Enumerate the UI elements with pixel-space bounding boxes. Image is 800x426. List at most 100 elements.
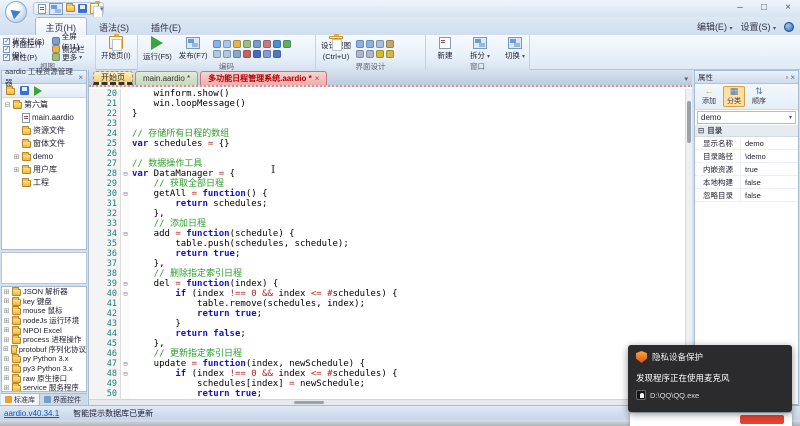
breakpoint-gutter[interactable] — [89, 189, 97, 199]
paste-icon[interactable] — [90, 3, 99, 14]
breakpoint-gutter[interactable] — [89, 289, 97, 299]
code-editor[interactable]: 20 winform.show()21 win.loopMessage()22}… — [89, 89, 686, 399]
redo-icon[interactable] — [263, 50, 271, 58]
tree-expander-icon[interactable]: ⊞ — [3, 345, 9, 353]
ribbon-tab-2[interactable]: 插件(E) — [141, 18, 191, 36]
clone-window-icon[interactable] — [223, 50, 231, 58]
fold-collapse-icon[interactable]: ⊟ — [121, 359, 130, 369]
tree-expander-icon[interactable]: ⊞ — [3, 297, 10, 305]
comment-icon[interactable] — [213, 40, 221, 48]
breakpoint-gutter[interactable] — [89, 109, 97, 119]
breakpoint-gutter[interactable] — [89, 349, 97, 359]
breakpoint-gutter[interactable] — [89, 329, 97, 339]
split-window-button[interactable]: 拆分 ▾ — [464, 36, 496, 61]
new-file-icon[interactable] — [38, 4, 46, 14]
breakpoint-gutter[interactable] — [89, 379, 97, 389]
minimize-button[interactable]: – — [733, 2, 747, 13]
window-icon[interactable] — [49, 3, 63, 15]
tree-expander-icon[interactable]: ⊟ — [4, 101, 11, 109]
explorer-close-icon[interactable]: × — [78, 73, 83, 82]
close-button[interactable]: × — [781, 2, 795, 13]
help-globe-icon[interactable] — [784, 22, 794, 32]
document-tab-1[interactable]: main.aardio * — [135, 71, 198, 85]
fold-collapse-icon[interactable]: ⊟ — [121, 229, 130, 239]
tree-item-窗体文件[interactable]: 窗体文件 — [2, 137, 86, 150]
run-button[interactable]: 运行(F5) — [141, 36, 174, 61]
tree-expander-icon[interactable]: ⊞ — [3, 355, 10, 363]
property-group-directory[interactable]: ⊟ 目录 — [695, 125, 798, 137]
add-property-button[interactable]: ← 添加 — [699, 86, 719, 107]
tree-item-资源文件[interactable]: 资源文件 — [2, 124, 86, 137]
fold-collapse-icon[interactable]: ⊟ — [121, 369, 130, 379]
fold-collapse-icon[interactable]: ⊟ — [121, 279, 130, 289]
property-row[interactable]: 显示名称demo — [695, 137, 798, 150]
vscroll-thumb[interactable] — [687, 101, 691, 143]
open-folder-icon[interactable] — [66, 5, 75, 12]
fold-collapse-icon[interactable]: ⊟ — [121, 289, 130, 299]
more-button[interactable]: 更多▾ — [52, 53, 92, 61]
breakpoint-gutter[interactable] — [89, 119, 97, 129]
breakpoint-gutter[interactable] — [89, 169, 97, 179]
uncomment-icon[interactable] — [223, 40, 231, 48]
save-icon[interactable] — [78, 4, 87, 13]
property-row[interactable]: 忽略目录false — [695, 189, 798, 202]
view-checkbox-2[interactable]: ✓属性(P) — [3, 53, 49, 61]
anchor-h-icon[interactable] — [386, 50, 394, 58]
layout-icon[interactable] — [386, 40, 394, 48]
breakpoint-gutter[interactable] — [89, 259, 97, 269]
breakpoint-gutter[interactable] — [89, 89, 97, 99]
undo-icon[interactable] — [253, 50, 261, 58]
tree-expander-icon[interactable]: ⊞ — [3, 365, 10, 373]
breakpoint-gutter[interactable] — [89, 139, 97, 149]
breakpoint-gutter[interactable] — [89, 309, 97, 319]
breakpoint-gutter[interactable] — [89, 179, 97, 189]
tree-expander-icon[interactable]: ⊞ — [13, 166, 20, 174]
run-project-icon[interactable] — [34, 86, 42, 96]
tree-item-demo[interactable]: ⊞demo — [2, 150, 86, 163]
startpage-button[interactable]: 开始页(I) — [99, 36, 133, 61]
property-row[interactable]: 本地构建false — [695, 176, 798, 189]
breakpoint-gutter[interactable] — [89, 279, 97, 289]
tree-expander-icon[interactable]: ⊞ — [3, 288, 10, 296]
breakpoint-gutter[interactable] — [89, 209, 97, 219]
notification-action-button[interactable] — [740, 415, 784, 424]
library-item[interactable]: ⊞nodeJs 运行环境 — [2, 316, 86, 326]
breakpoint-icon[interactable] — [263, 40, 271, 48]
format-icon[interactable] — [243, 40, 251, 48]
app-logo-icon[interactable] — [5, 1, 27, 23]
fold-collapse-icon[interactable]: ⊟ — [121, 189, 130, 199]
hscroll-thumb[interactable] — [294, 401, 324, 404]
tree-item-工程[interactable]: 工程 — [2, 176, 86, 189]
tree-item-用户库[interactable]: ⊞用户库 — [2, 163, 86, 176]
fold-collapse-icon[interactable]: ⊟ — [121, 169, 130, 179]
tree-expander-icon[interactable]: ⊞ — [3, 317, 10, 325]
tab-list-dropdown-icon[interactable]: ▾ — [684, 75, 688, 83]
grid-icon[interactable] — [356, 50, 364, 58]
tree-expander-icon[interactable]: ⊞ — [3, 307, 10, 315]
new-window-button[interactable]: 新建 — [429, 36, 461, 61]
breakpoint-gutter[interactable] — [89, 229, 97, 239]
tree-item-main.aardio[interactable]: main.aardio — [2, 111, 86, 124]
switch-window-button[interactable]: 切换 ▾ — [499, 36, 531, 61]
library-item[interactable]: ⊞protobuf 序列化协议 — [2, 345, 86, 355]
publish-button[interactable]: 发布(F7) — [177, 36, 210, 61]
breakpoint-gutter[interactable] — [89, 269, 97, 279]
document-tab-0[interactable]: 开始页 — [93, 71, 133, 85]
open-project-icon[interactable] — [6, 88, 15, 95]
group-collapse-icon[interactable]: ⊟ — [698, 126, 704, 135]
breakpoint-gutter[interactable] — [89, 339, 97, 349]
breakpoint-gutter[interactable] — [89, 239, 97, 249]
breakpoint-gutter[interactable] — [89, 299, 97, 309]
close-tab-icon[interactable]: × — [315, 74, 320, 83]
breakpoint-gutter[interactable] — [89, 199, 97, 209]
breakpoint-gutter[interactable] — [89, 389, 97, 399]
save-project-icon[interactable] — [20, 86, 29, 95]
check-syntax-icon[interactable] — [273, 40, 281, 48]
version-link[interactable]: aardio.v40.34.1 — [4, 409, 59, 418]
properties-close-icon[interactable]: × — [790, 73, 795, 82]
privacy-notification[interactable]: 隐私设备保护 发现程序正在使用麦克风 D:\QQ\QQ.exe — [628, 345, 792, 412]
tree-expander-icon[interactable]: ⊞ — [3, 374, 10, 382]
properties-pin-icon[interactable]: ▫ — [785, 73, 788, 82]
tree-expander-icon[interactable]: ⊞ — [3, 326, 10, 334]
bookmark-icon[interactable] — [253, 40, 261, 48]
